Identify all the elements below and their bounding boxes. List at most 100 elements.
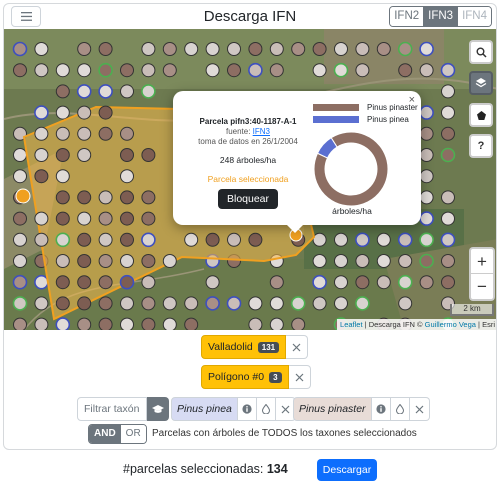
map[interactable]: ? + − 2 km Leaflet | Descarga IFN © Guil…	[4, 29, 496, 330]
plot-marker[interactable]	[248, 42, 263, 56]
plot-marker[interactable]	[98, 42, 113, 56]
help-control[interactable]: ?	[469, 134, 493, 158]
remove-polygon-button[interactable]	[288, 365, 311, 389]
plot-marker[interactable]	[334, 232, 348, 247]
plot-marker[interactable]	[419, 190, 434, 205]
plot-marker[interactable]	[205, 232, 220, 247]
plot-marker[interactable]	[227, 232, 241, 247]
plot-marker[interactable]	[141, 211, 156, 226]
plot-marker[interactable]	[141, 148, 156, 162]
plot-marker[interactable]	[248, 62, 263, 78]
plot-marker[interactable]	[55, 254, 70, 268]
plot-marker[interactable]	[34, 232, 49, 247]
plot-marker[interactable]	[419, 275, 434, 290]
author-link[interactable]: Guillermo Vega	[425, 320, 476, 329]
plot-marker[interactable]	[355, 275, 370, 290]
plot-marker[interactable]	[141, 232, 156, 248]
plot-marker[interactable]	[162, 63, 177, 78]
plot-marker[interactable]	[141, 296, 156, 311]
plot-marker[interactable]	[77, 63, 92, 78]
plot-marker[interactable]	[120, 190, 134, 205]
plot-marker[interactable]	[419, 105, 434, 120]
plot-marker[interactable]	[141, 254, 156, 268]
plot-marker[interactable]	[12, 296, 28, 311]
plot-marker[interactable]	[227, 63, 241, 78]
plot-marker[interactable]	[34, 126, 49, 141]
plot-marker[interactable]	[141, 317, 156, 330]
zoom-out-button[interactable]: −	[471, 274, 493, 299]
plot-marker[interactable]	[77, 232, 92, 247]
plot-marker[interactable]	[376, 275, 391, 290]
plot-marker[interactable]	[419, 211, 434, 226]
plot-marker[interactable]	[376, 254, 391, 268]
plot-marker[interactable]	[55, 126, 70, 141]
plot-marker[interactable]	[355, 63, 370, 78]
plot-marker[interactable]	[98, 211, 113, 226]
plot-marker[interactable]	[184, 317, 199, 330]
plot-marker[interactable]	[34, 169, 49, 184]
plot-marker[interactable]	[312, 254, 327, 268]
plot-marker[interactable]	[398, 296, 413, 311]
plot-marker[interactable]	[333, 62, 349, 78]
plot-marker[interactable]	[13, 63, 27, 78]
plot-marker[interactable]	[184, 296, 199, 311]
plot-marker[interactable]	[162, 317, 177, 330]
plot-marker[interactable]	[269, 275, 284, 290]
plot-marker[interactable]	[440, 232, 456, 248]
taxon-color-button[interactable]	[390, 397, 410, 421]
plot-marker[interactable]	[141, 275, 156, 290]
plot-marker[interactable]	[98, 190, 113, 205]
plot-marker[interactable]	[55, 296, 70, 311]
plot-marker[interactable]	[334, 254, 348, 268]
plot-marker[interactable]	[55, 211, 70, 226]
plot-marker[interactable]	[55, 232, 71, 248]
plot-marker[interactable]	[291, 42, 306, 56]
plot-marker[interactable]	[98, 254, 113, 268]
plot-marker[interactable]	[34, 317, 49, 330]
menu-button[interactable]	[11, 6, 41, 27]
search-control[interactable]	[469, 40, 493, 64]
plot-marker[interactable]	[55, 63, 70, 78]
plot-marker[interactable]	[77, 317, 92, 330]
plot-marker[interactable]	[13, 317, 27, 330]
plot-marker[interactable]	[419, 126, 434, 141]
plot-marker[interactable]	[269, 42, 284, 56]
plot-marker[interactable]	[76, 84, 92, 99]
plot-marker[interactable]	[12, 41, 28, 57]
plot-marker[interactable]	[312, 42, 327, 56]
plot-marker[interactable]	[334, 275, 348, 290]
plot-marker[interactable]	[441, 190, 455, 205]
plot-marker[interactable]	[34, 105, 49, 120]
plot-marker[interactable]	[227, 42, 241, 56]
plot-marker[interactable]	[312, 63, 327, 78]
plot-marker[interactable]	[334, 296, 348, 311]
plot-marker[interactable]	[34, 211, 49, 226]
plot-marker[interactable]	[355, 296, 370, 311]
plot-marker[interactable]	[290, 296, 306, 311]
plot-marker[interactable]	[440, 62, 456, 78]
plot-marker[interactable]	[419, 148, 434, 162]
plot-marker[interactable]	[34, 296, 49, 311]
plot-marker[interactable]	[269, 317, 284, 330]
plot-marker[interactable]	[355, 254, 370, 268]
plot-marker[interactable]	[77, 296, 92, 311]
plot-marker[interactable]	[397, 41, 413, 57]
plot-marker[interactable]	[141, 42, 156, 56]
plot-marker[interactable]	[355, 232, 370, 248]
plot-marker[interactable]	[312, 274, 327, 290]
plot-marker[interactable]	[205, 296, 220, 311]
taxon-filter-input[interactable]: Filtrar taxón	[77, 397, 147, 421]
remove-taxon-button[interactable]	[409, 397, 430, 421]
plot-marker[interactable]	[141, 190, 156, 205]
plot-marker[interactable]	[34, 42, 49, 56]
plot-marker[interactable]	[205, 42, 220, 56]
plot-marker[interactable]	[120, 169, 134, 184]
taxon-info-button[interactable]	[371, 397, 391, 421]
block-button[interactable]: Bloquear	[217, 189, 279, 209]
plot-marker[interactable]	[419, 232, 434, 248]
plot-marker[interactable]	[55, 84, 70, 99]
plot-marker[interactable]	[205, 275, 220, 290]
plot-marker[interactable]	[441, 275, 455, 290]
plot-marker[interactable]	[55, 169, 70, 184]
download-button[interactable]: Descargar	[317, 459, 377, 481]
